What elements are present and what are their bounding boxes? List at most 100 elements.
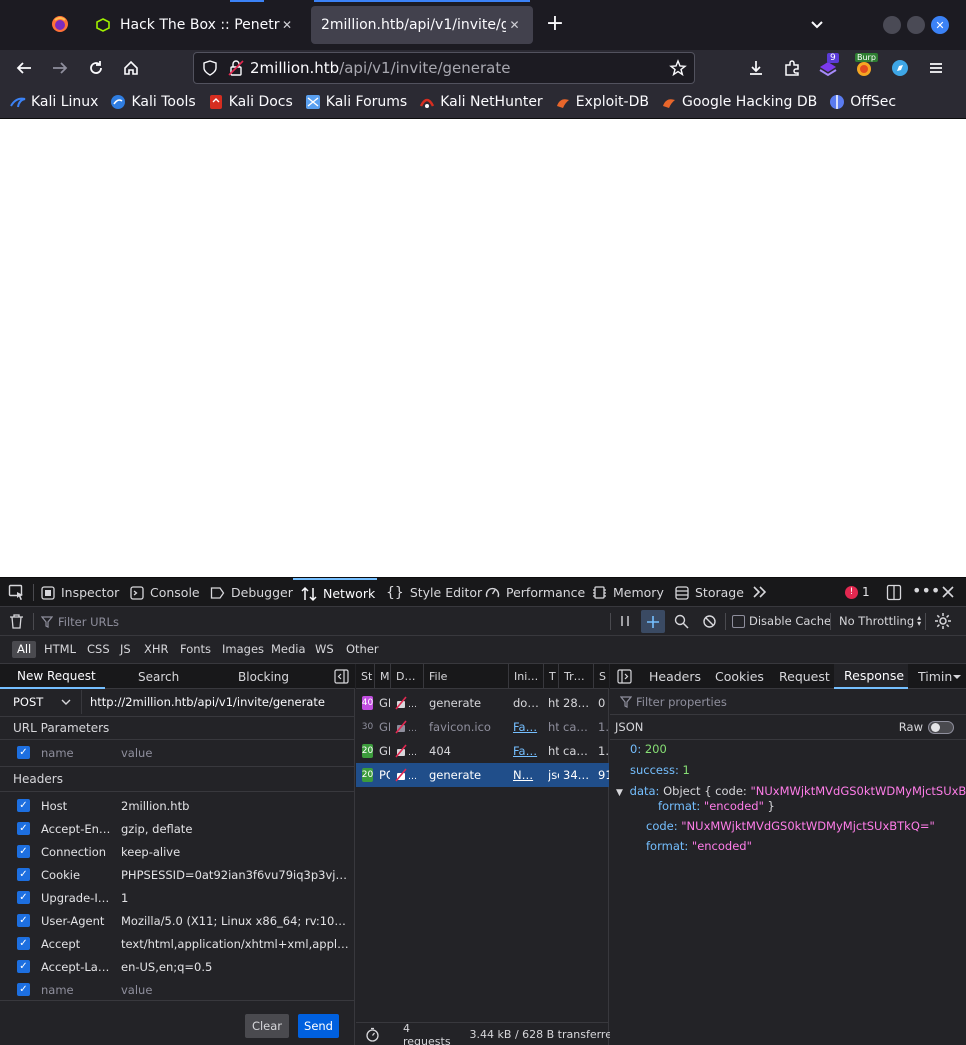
filter-urls-input[interactable]: Filter URLs <box>41 614 601 630</box>
tab-response[interactable]: Response <box>834 664 908 689</box>
more-tools-icon[interactable] <box>752 584 768 600</box>
request-url-input[interactable]: http://2million.htb/api/v1/invite/genera… <box>90 695 350 709</box>
column-type[interactable]: T <box>544 664 559 689</box>
header-row[interactable]: ✓ name value <box>0 978 355 1001</box>
devtools-menu-icon[interactable]: ••• <box>912 583 940 601</box>
checkbox-checked-icon[interactable]: ✓ <box>17 822 30 835</box>
tab-memory[interactable]: Memory <box>592 578 664 607</box>
column-domain[interactable]: D… <box>391 664 424 689</box>
tab-hackthebox[interactable]: Hack The Box :: Penetration Testing Labs… <box>86 6 304 44</box>
clear-button[interactable]: Clear <box>245 1014 289 1038</box>
maximize-button[interactable] <box>907 16 925 34</box>
header-row[interactable]: ✓ Cookie PHPSESSID=0at92ian3f6vu79iq3p3vjt… <box>0 863 355 886</box>
column-status[interactable]: St <box>356 664 375 689</box>
filter-js[interactable]: JS <box>115 641 136 658</box>
back-button[interactable] <box>10 54 38 82</box>
downloads-icon[interactable] <box>742 54 770 82</box>
burp-proxy-icon[interactable]: Burp <box>850 53 878 82</box>
tab-style-editor[interactable]: {} Style Editor <box>386 578 482 607</box>
filter-media[interactable]: Media <box>266 641 311 658</box>
close-tab-icon[interactable]: ✕ <box>280 16 294 34</box>
tab-headers[interactable]: Headers <box>649 664 701 689</box>
tab-blocking[interactable]: Blocking <box>238 664 289 689</box>
header-row[interactable]: ✓Accept-Encodinggzip, deflate <box>0 817 355 840</box>
url-bar[interactable]: 2million.htb/api/v1/invite/generate <box>193 52 695 84</box>
bookmark-kali-linux[interactable]: Kali Linux <box>10 94 98 110</box>
extension-badge-icon[interactable]: 9 <box>814 53 842 82</box>
column-initiator[interactable]: Ini… <box>509 664 544 689</box>
send-button[interactable]: Send <box>298 1014 339 1038</box>
column-method[interactable]: M <box>375 664 391 689</box>
bookmark-kali-docs[interactable]: Kali Docs <box>208 94 293 110</box>
bookmark-google-hacking-db[interactable]: Google Hacking DB <box>661 94 817 110</box>
url-text[interactable]: 2million.htb/api/v1/invite/generate <box>250 59 511 77</box>
firefox-view-icon[interactable] <box>50 14 70 34</box>
reload-button[interactable] <box>82 54 110 82</box>
header-row[interactable]: ✓ Accept text/html,application/xhtml+xml,a… <box>0 932 355 955</box>
header-row[interactable]: ✓Upgrade-Insecure-Requests1 <box>0 886 355 909</box>
bookmark-offsec[interactable]: OffSec <box>829 94 896 110</box>
close-window-button[interactable]: ✕ <box>931 16 949 34</box>
compass-extension-icon[interactable] <box>886 54 914 82</box>
bookmark-kali-tools[interactable]: Kali Tools <box>110 94 196 110</box>
tab-storage[interactable]: Storage <box>675 578 744 607</box>
clear-requests-icon[interactable] <box>9 613 24 630</box>
tab-debugger[interactable]: Debugger <box>210 578 293 607</box>
element-picker-icon[interactable] <box>8 584 25 601</box>
checkbox-checked-icon[interactable]: ✓ <box>17 799 30 812</box>
tab-console[interactable]: Console <box>130 578 200 607</box>
new-request-icon[interactable] <box>641 610 665 633</box>
throttling-select[interactable]: No Throttling ▴ ▾ <box>839 614 921 629</box>
collapse-panel-icon[interactable] <box>334 669 349 684</box>
tab-timings[interactable]: Timings <box>918 664 952 689</box>
expand-triangle-icon[interactable]: ▼ <box>616 788 626 798</box>
bookmark-kali-forums[interactable]: Kali Forums <box>305 94 407 110</box>
method-select[interactable]: POST <box>13 692 75 712</box>
tab-invite-generate[interactable]: 2million.htb/api/v1/invite/generate ✕ <box>311 6 533 44</box>
filter-ws[interactable]: WS <box>310 641 339 658</box>
filter-css[interactable]: CSS <box>82 641 115 658</box>
request-row-selected[interactable]: 20 PC … generate N… jsc 34… 91 <box>356 763 609 787</box>
tab-search[interactable]: Search <box>138 664 179 689</box>
insecure-lock-icon[interactable] <box>228 60 244 76</box>
filter-other[interactable]: Other <box>341 641 384 658</box>
network-settings-icon[interactable] <box>934 612 952 630</box>
more-tabs-icon[interactable] <box>952 673 962 681</box>
request-row[interactable]: 20 GE … 404 Fa… ht ca… 1.6 <box>356 739 609 763</box>
tab-performance[interactable]: Performance <box>485 578 585 607</box>
minimize-button[interactable] <box>883 16 901 34</box>
stopwatch-icon[interactable] <box>365 1027 380 1042</box>
column-size[interactable]: S <box>594 664 609 689</box>
raw-toggle[interactable] <box>928 720 954 734</box>
extensions-icon[interactable] <box>778 54 806 82</box>
json-row-expandable[interactable]: ▼ data: Object { code: "NUxMWjktMVdGS0kt… <box>616 784 966 798</box>
checkbox-checked-icon[interactable]: ✓ <box>17 746 30 759</box>
error-count[interactable]: ! 1 <box>845 585 870 599</box>
tab-new-request[interactable]: New Request <box>0 664 105 689</box>
checkbox-checked-icon[interactable]: ✓ <box>17 868 30 881</box>
bookmark-kali-nethunter[interactable]: Kali NetHunter <box>419 94 543 110</box>
header-row[interactable]: ✓Accept-Languageen-US,en;q=0.5 <box>0 955 355 978</box>
checkbox-checked-icon[interactable]: ✓ <box>17 914 30 927</box>
disable-cache-checkbox[interactable]: Disable Cache <box>732 614 831 628</box>
search-icon[interactable] <box>674 614 689 629</box>
column-file[interactable]: File <box>424 664 509 689</box>
url-param-row[interactable]: ✓ name value <box>0 741 355 764</box>
tab-cookies[interactable]: Cookies <box>715 664 764 689</box>
tab-network[interactable]: Network <box>293 578 377 607</box>
pause-icon[interactable] <box>619 615 631 627</box>
new-tab-button[interactable]: + <box>544 13 566 36</box>
home-button[interactable] <box>117 54 145 82</box>
forward-button[interactable] <box>46 54 74 82</box>
toggle-sidebar-icon[interactable] <box>617 669 632 684</box>
close-devtools-icon[interactable] <box>940 584 956 600</box>
checkbox-checked-icon[interactable]: ✓ <box>17 960 30 973</box>
header-row[interactable]: ✓ Host 2million.htb <box>0 794 355 817</box>
checkbox-checked-icon[interactable]: ✓ <box>17 845 30 858</box>
checkbox-checked-icon[interactable]: ✓ <box>17 937 30 950</box>
request-row[interactable]: 30 GE … favicon.ico Fa… ht ca… 1.6 <box>356 715 609 739</box>
bookmark-star-icon[interactable] <box>669 59 687 77</box>
bookmark-exploit-db[interactable]: Exploit-DB <box>555 94 649 110</box>
filter-xhr[interactable]: XHR <box>139 641 174 658</box>
close-tab-icon[interactable]: ✕ <box>506 16 523 34</box>
